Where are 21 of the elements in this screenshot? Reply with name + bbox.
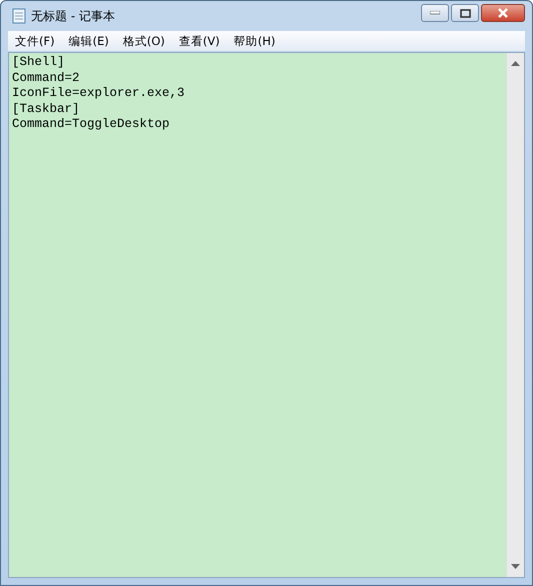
notepad-icon xyxy=(12,8,26,24)
minimize-button[interactable] xyxy=(421,4,449,22)
maximize-button[interactable] xyxy=(451,4,479,22)
minimize-icon xyxy=(430,11,440,15)
scroll-up-icon[interactable] xyxy=(511,61,520,66)
text-line: [Shell] xyxy=(12,55,66,70)
scroll-down-icon[interactable] xyxy=(511,564,520,569)
menu-item[interactable]: 文件(F) xyxy=(8,34,62,48)
close-icon xyxy=(497,8,509,18)
scrollbar[interactable] xyxy=(506,53,524,577)
window-title: 无标题 - 记事本 xyxy=(31,8,115,24)
menu-item[interactable]: 编辑(E) xyxy=(62,34,116,48)
menu-item[interactable]: 格式(O) xyxy=(116,34,172,48)
text-line: Command=2 xyxy=(12,70,81,86)
menu-item[interactable]: 帮助(H) xyxy=(226,34,282,48)
text-line: [Taskbar] xyxy=(12,102,81,117)
text-line: Command=ToggleDesktop xyxy=(12,117,171,132)
text-line: IconFile=explorer.exe,3 xyxy=(12,86,186,102)
maximize-icon xyxy=(460,8,470,18)
menu-item[interactable]: 查看(V) xyxy=(172,34,227,48)
close-button[interactable] xyxy=(481,4,525,22)
